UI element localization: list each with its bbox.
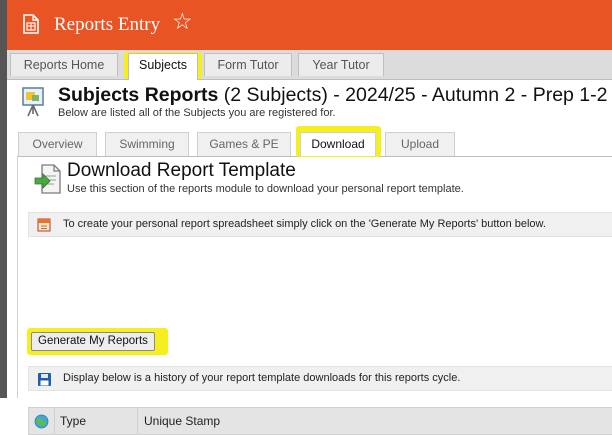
- presentation-board-icon: [20, 86, 48, 123]
- document-icon: [23, 14, 39, 39]
- main-content: Subjects Reports (2 Subjects) - 2024/25 …: [7, 80, 612, 435]
- section-title: Download Report Template: [67, 160, 296, 181]
- history-table-header: Type Unique Stamp: [28, 407, 612, 435]
- section-subtitle: Use this section of the reports module t…: [67, 183, 464, 195]
- page-subtitle: Below are listed all of the Subjects you…: [58, 107, 336, 119]
- download-document-icon: [34, 163, 62, 200]
- tab-games-pe[interactable]: Games & PE: [197, 132, 291, 156]
- info-bar-history: Display below is a history of your repor…: [28, 366, 612, 391]
- tab-reports-home[interactable]: Reports Home: [10, 53, 118, 76]
- info-bar-generate: To create your personal report spreadshe…: [28, 212, 612, 237]
- app-header: Reports Entry ☆: [7, 0, 612, 50]
- info-text-history: Display below is a history of your repor…: [63, 372, 461, 384]
- tab-subjects[interactable]: Subjects: [128, 53, 198, 80]
- app-title: Reports Entry: [54, 14, 161, 35]
- window-left-edge: [0, 0, 7, 398]
- tab-overview[interactable]: Overview: [18, 132, 97, 156]
- save-disk-icon: [37, 372, 52, 396]
- star-outline-icon[interactable]: ☆: [172, 10, 193, 33]
- tab-form-tutor[interactable]: Form Tutor: [204, 53, 292, 76]
- table-icon-column: [29, 408, 55, 434]
- spreadsheet-icon: [37, 218, 51, 241]
- tab-download[interactable]: Download: [300, 132, 376, 156]
- column-header-unique-stamp[interactable]: Unique Stamp: [139, 408, 220, 434]
- download-panel: Download Report Template Use this sectio…: [17, 156, 612, 435]
- tab-year-tutor[interactable]: Year Tutor: [298, 53, 384, 76]
- tab-upload[interactable]: Upload: [385, 132, 455, 156]
- generate-my-reports-button[interactable]: Generate My Reports: [31, 332, 155, 351]
- tab-swimming[interactable]: Swimming: [105, 132, 189, 156]
- sub-tab-bar: Overview Swimming Games & PE Download Up…: [17, 126, 612, 157]
- globe-icon: [34, 414, 49, 432]
- page-title: Subjects Reports (2 Subjects) - 2024/25 …: [58, 84, 608, 106]
- column-header-type[interactable]: Type: [54, 408, 138, 434]
- top-tab-bar: Reports Home Subjects Form Tutor Year Tu…: [7, 50, 612, 80]
- info-text-generate: To create your personal report spreadshe…: [63, 218, 546, 230]
